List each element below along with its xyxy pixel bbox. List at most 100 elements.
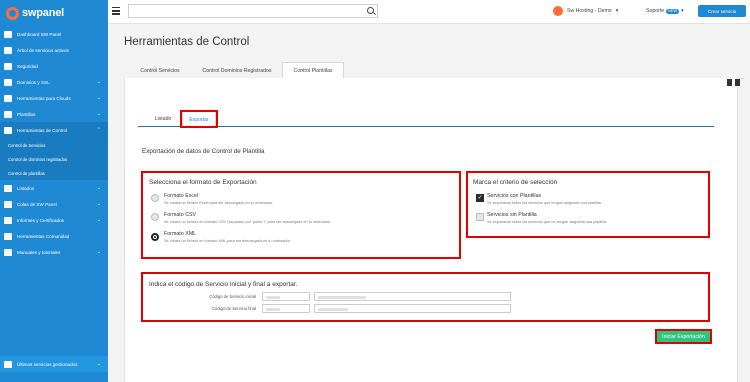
sidebar-item-4[interactable]: Manuales y tutoriales ⌄ xyxy=(0,244,108,260)
checkbox-without-template[interactable] xyxy=(476,213,484,221)
sidebar-item-icon xyxy=(4,232,12,240)
option-xml-help: Se creara un fichero en formato XML para… xyxy=(164,239,291,243)
chevron-down-icon: ⌄ xyxy=(96,217,101,223)
chevron-down-icon: ⌄ xyxy=(96,185,101,191)
section-title: Exportación de datos de Control de Plant… xyxy=(142,148,265,155)
sidebar-subitem-0[interactable]: Control de Servicios xyxy=(0,138,108,152)
support-menu[interactable]: Soporte NEW ▾ xyxy=(646,8,684,14)
option-without-template-label: Servicios sin Plantilla xyxy=(487,212,537,218)
search-icon[interactable] xyxy=(367,7,374,14)
option-with-template-label: Servicios con Plantillas xyxy=(487,193,542,199)
sidebar-item-label: Últimos servicios gestionados xyxy=(17,361,78,367)
sidebar-item-1[interactable]: Colas de SW Panel ⌄ xyxy=(0,196,108,212)
criteria-box-title: Marca el criterio de selección xyxy=(473,179,558,186)
new-service-button[interactable]: Crear servicio xyxy=(698,5,746,17)
sidebar-item-icon xyxy=(4,46,12,54)
export-doc-icon[interactable] xyxy=(727,79,732,86)
print-icon[interactable] xyxy=(735,79,740,86)
subtabs: Listado Exportar xyxy=(138,111,714,127)
sidebar-item-label: Dominios y SSL xyxy=(17,79,50,85)
chevron-down-icon: ⌄ xyxy=(96,361,101,367)
sidebar-item-icon xyxy=(4,94,12,102)
chevron-down-icon: ⌄ xyxy=(96,111,101,117)
chevron-down-icon: ⌄ xyxy=(96,95,101,101)
menu-toggle-icon[interactable] xyxy=(112,7,120,15)
sidebar-item-0[interactable]: Dashboard SW Panel xyxy=(0,26,108,42)
start-code-input[interactable] xyxy=(262,292,310,301)
sidebar-item-icon xyxy=(4,78,12,86)
option-xml-label: Formato XML xyxy=(164,231,197,237)
option-with-template-help: Se exportarán todos los servicios que te… xyxy=(487,201,602,205)
option-csv-label: Formato CSV xyxy=(164,212,197,218)
sidebar-item-label: Informes y Certificados xyxy=(17,217,64,223)
subtab-exportar[interactable]: Exportar xyxy=(182,111,216,127)
radio-xml[interactable] xyxy=(151,233,159,241)
sidebar-item-icon xyxy=(4,216,12,224)
account-menu[interactable]: Sw Hosting - Demo ▾ xyxy=(553,6,618,16)
sidebar-item-5[interactable]: Plantillas ⌄ xyxy=(0,106,108,122)
sidebar-item-label: Herramientas para Clouds xyxy=(17,95,71,101)
sidebar-item-label: Control de dominios registrados xyxy=(8,156,68,162)
page-title: Herramientas de Control xyxy=(124,36,250,48)
sidebar-item-label: Dashboard SW Panel xyxy=(17,31,62,37)
start-code-label: Código de Servicio inicial xyxy=(209,294,256,299)
tab-control-servicios[interactable]: Control Servicios xyxy=(130,62,190,79)
brand-name: swpanel xyxy=(22,7,65,19)
sidebar-subitem-2[interactable]: Control de plantillas xyxy=(0,166,108,180)
sidebar-item-icon xyxy=(4,62,12,70)
sidebar-item-label: Árbol de servicios activos xyxy=(17,47,69,53)
sidebar-item-label: Plantillas xyxy=(17,111,36,117)
sidebar-item-2[interactable]: Seguridad xyxy=(0,58,108,74)
topbar: Sw Hosting - Demo ▾ Soporte NEW ▾ Crear … xyxy=(108,0,750,24)
chevron-down-icon: ⌄ xyxy=(96,249,101,255)
sidebar-item-4[interactable]: Herramientas para Clouds ⌄ xyxy=(0,90,108,106)
radio-excel[interactable] xyxy=(151,194,159,202)
chevron-down-icon: ⌄ xyxy=(96,201,101,207)
range-box-title: Indica el código de Servicio inicial y f… xyxy=(149,281,298,288)
sidebar-item-icon xyxy=(4,184,12,192)
logo[interactable]: swpanel xyxy=(0,0,108,26)
radio-csv[interactable] xyxy=(151,213,159,221)
search-input[interactable] xyxy=(128,4,378,18)
sidebar-item-recent-services[interactable]: Últimos servicios gestionados ⌄ xyxy=(0,356,108,372)
avatar xyxy=(553,6,563,16)
support-badge: NEW xyxy=(666,8,680,14)
sidebar: swpanel Dashboard SW Panel Árbol de servi… xyxy=(0,0,108,382)
sidebar-item-1[interactable]: Árbol de servicios activos xyxy=(0,42,108,58)
sidebar-item-icon xyxy=(4,110,12,118)
start-export-button[interactable]: Iniciar Exportación xyxy=(657,331,710,342)
sidebar-item-label: Manuales y tutoriales xyxy=(17,249,61,255)
option-without-template-help: Se exportarán todos los servicios que no… xyxy=(487,220,608,224)
option-excel-help: Se creara un fichero Excel para ser desc… xyxy=(164,201,274,205)
support-label: Soporte xyxy=(646,8,665,14)
swpanel-logo-icon xyxy=(6,6,19,20)
chevron-down-icon: ⌃ xyxy=(96,127,101,133)
sidebar-item-icon xyxy=(4,248,12,256)
end-code-name-field xyxy=(314,304,511,313)
subtab-listado[interactable]: Listado xyxy=(146,111,180,127)
sidebar-item-label: Control de Servicios xyxy=(8,142,46,148)
sidebar-item-2[interactable]: Informes y Certificados ⌄ xyxy=(0,212,108,228)
sidebar-item-label: Herramientas de Control xyxy=(17,127,68,133)
option-csv-help: Se creara un fichero en formato CSV (sep… xyxy=(164,220,332,224)
option-excel-label: Formato Excel xyxy=(164,193,199,199)
sidebar-item-label: Control de plantillas xyxy=(8,170,45,176)
recent-services-icon xyxy=(4,360,12,368)
tab-control-dominios[interactable]: Control Dominios Registrados xyxy=(192,62,282,79)
chevron-down-icon: ▾ xyxy=(681,8,684,14)
chevron-down-icon: ⌄ xyxy=(96,79,101,85)
sidebar-subitem-1[interactable]: Control de dominios registrados xyxy=(0,152,108,166)
sidebar-item-icon xyxy=(4,126,12,134)
end-code-input[interactable] xyxy=(262,304,310,313)
sidebar-item-icon xyxy=(4,200,12,208)
sidebar-item-label: Colas de SW Panel xyxy=(17,201,57,207)
end-code-label: Código de Servicio final xyxy=(212,306,256,311)
sidebar-item-label: Seguridad xyxy=(17,63,38,69)
sidebar-item-3[interactable]: Dominios y SSL ⌄ xyxy=(0,74,108,90)
sidebar-item-0[interactable]: Listados ⌄ xyxy=(0,180,108,196)
start-code-name-field xyxy=(314,292,511,301)
sidebar-item-6[interactable]: Herramientas de Control ⌃ xyxy=(0,122,108,138)
sidebar-item-label: Herramientas Comunidad xyxy=(17,233,70,239)
checkbox-with-template[interactable]: ✓ xyxy=(476,194,484,202)
sidebar-item-3[interactable]: Herramientas Comunidad xyxy=(0,228,108,244)
